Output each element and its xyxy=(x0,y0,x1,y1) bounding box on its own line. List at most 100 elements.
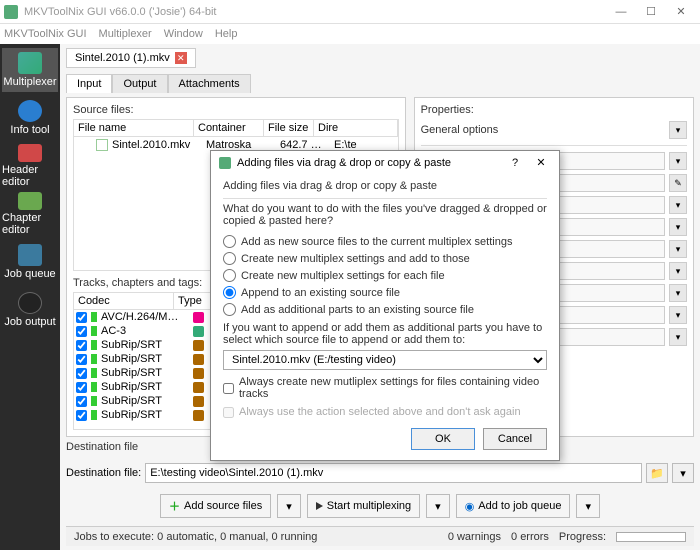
start-dropdown[interactable]: ▾ xyxy=(426,494,450,518)
track-type-icon xyxy=(193,396,204,407)
track-checkbox[interactable] xyxy=(76,340,87,351)
radio-label: Append to an existing source file xyxy=(241,287,400,299)
job-queue-icon xyxy=(18,244,42,266)
source-file-name: Sintel.2010.mkv xyxy=(112,139,202,151)
track-checkbox[interactable] xyxy=(76,368,87,379)
radio-option[interactable]: Add as new source files to the current m… xyxy=(223,235,547,248)
browse-button[interactable]: 📁 xyxy=(646,463,668,483)
minimize-button[interactable]: — xyxy=(606,2,636,22)
track-type-icon xyxy=(193,326,204,337)
track-status-icon xyxy=(91,410,97,420)
dialog-close-button[interactable]: ✕ xyxy=(531,156,551,169)
radio-option[interactable]: Create new multiplex settings for each f… xyxy=(223,269,547,282)
tab-output[interactable]: Output xyxy=(112,74,167,93)
radio-option[interactable]: Append to an existing source file xyxy=(223,286,547,299)
track-type-icon xyxy=(193,382,204,393)
sidebar-item-label: Chapter editor xyxy=(2,212,58,236)
sidebar-item-label: Multiplexer xyxy=(3,76,56,88)
track-codec: SubRip/SRT xyxy=(101,339,189,351)
track-checkbox[interactable] xyxy=(76,382,87,393)
col-codec[interactable]: Codec xyxy=(74,293,174,309)
ok-button[interactable]: OK xyxy=(411,428,475,450)
chevron-down-icon[interactable]: ▾ xyxy=(669,306,687,324)
track-checkbox[interactable] xyxy=(76,326,87,337)
add-source-dropdown[interactable]: ▾ xyxy=(277,494,301,518)
radio-option[interactable]: Create new multiplex settings and add to… xyxy=(223,252,547,265)
plus-icon: ＋ xyxy=(169,498,180,514)
file-tab[interactable]: Sintel.2010 (1).mkv ✕ xyxy=(66,48,196,68)
job-output-icon xyxy=(18,292,42,314)
track-type-icon xyxy=(193,354,204,365)
col-directory[interactable]: Dire xyxy=(314,120,398,136)
maximize-button[interactable]: ☐ xyxy=(636,2,666,22)
radio-input[interactable] xyxy=(223,235,236,248)
source-file-combo[interactable]: Sintel.2010.mkv (E:/testing video) xyxy=(223,350,547,370)
track-checkbox[interactable] xyxy=(76,410,87,421)
track-type-icon xyxy=(193,368,204,379)
track-type-icon xyxy=(193,340,204,351)
sidebar-item-info-tool[interactable]: Info tool xyxy=(2,96,58,140)
col-container[interactable]: Container xyxy=(194,120,264,136)
chevron-down-icon[interactable]: ▾ xyxy=(669,152,687,170)
radio-input[interactable] xyxy=(223,286,236,299)
menu-help[interactable]: Help xyxy=(215,28,238,40)
sidebar-item-header-editor[interactable]: Header editor xyxy=(2,144,58,188)
col-filesize[interactable]: File size xyxy=(264,120,314,136)
close-tab-icon[interactable]: ✕ xyxy=(175,52,187,64)
always-create-new-checkbox[interactable] xyxy=(223,383,234,394)
queue-icon: ◉ xyxy=(465,500,475,513)
sidebar-item-job-queue[interactable]: Job queue xyxy=(2,240,58,284)
radio-label: Create new multiplex settings for each f… xyxy=(241,270,445,282)
sidebar-item-label: Job queue xyxy=(4,268,55,280)
status-warnings[interactable]: 0 warnings xyxy=(448,531,501,543)
chevron-down-icon[interactable]: ▾ xyxy=(669,196,687,214)
queue-dropdown[interactable]: ▾ xyxy=(576,494,600,518)
track-checkbox[interactable] xyxy=(76,396,87,407)
close-button[interactable]: ✕ xyxy=(666,2,696,22)
col-filename[interactable]: File name xyxy=(74,120,194,136)
destination-input[interactable] xyxy=(145,463,642,483)
track-checkbox[interactable] xyxy=(76,312,87,323)
cancel-button[interactable]: Cancel xyxy=(483,428,547,450)
dialog-question: What do you want to do with the files yo… xyxy=(223,203,547,227)
chevron-down-icon[interactable]: ▾ xyxy=(669,284,687,302)
chevron-down-icon[interactable]: ▾ xyxy=(669,240,687,258)
radio-label: Create new multiplex settings and add to… xyxy=(241,253,470,265)
add-source-files-button[interactable]: ＋Add source files xyxy=(160,494,271,518)
radio-input[interactable] xyxy=(223,252,236,265)
sidebar-item-multiplexer[interactable]: Multiplexer xyxy=(2,48,58,92)
track-codec: SubRip/SRT xyxy=(101,395,189,407)
menu-mkvtoolnix-gui[interactable]: MKVToolNix GUI xyxy=(4,28,87,40)
add-to-job-queue-button[interactable]: ◉Add to job queue xyxy=(456,494,571,518)
chevron-down-icon[interactable]: ▾ xyxy=(669,218,687,236)
start-multiplexing-button[interactable]: Start multiplexing xyxy=(307,494,420,518)
menu-multiplexer[interactable]: Multiplexer xyxy=(99,28,152,40)
recent-button[interactable]: ▾ xyxy=(672,463,694,483)
tab-input[interactable]: Input xyxy=(66,74,112,93)
edit-icon[interactable]: ✎ xyxy=(669,174,687,192)
chevron-down-icon[interactable]: ▾ xyxy=(669,262,687,280)
sidebar-item-chapter-editor[interactable]: Chapter editor xyxy=(2,192,58,236)
track-codec: AVC/H.264/M… xyxy=(101,311,189,323)
radio-input[interactable] xyxy=(223,303,236,316)
dialog-icon xyxy=(219,157,231,169)
radio-option[interactable]: Add as additional parts to an existing s… xyxy=(223,303,547,316)
menubar: MKVToolNix GUI Multiplexer Window Help xyxy=(0,24,700,44)
chevron-down-icon[interactable]: ▾ xyxy=(669,121,687,139)
help-button[interactable]: ? xyxy=(505,157,525,169)
progress-bar xyxy=(616,532,686,542)
tab-attachments[interactable]: Attachments xyxy=(168,74,251,93)
radio-label: Add as additional parts to an existing s… xyxy=(241,304,474,316)
sidebar-item-job-output[interactable]: Job output xyxy=(2,288,58,332)
status-errors[interactable]: 0 errors xyxy=(511,531,549,543)
track-checkbox[interactable] xyxy=(76,354,87,365)
track-status-icon xyxy=(91,382,97,392)
track-codec: SubRip/SRT xyxy=(101,381,189,393)
chevron-down-icon[interactable]: ▾ xyxy=(669,328,687,346)
menu-window[interactable]: Window xyxy=(164,28,203,40)
track-status-icon xyxy=(91,368,97,378)
radio-input[interactable] xyxy=(223,269,236,282)
checkbox2-label: Always use the action selected above and… xyxy=(239,406,521,418)
dialog-heading: Adding files via drag & drop or copy & p… xyxy=(223,180,547,192)
file-icon xyxy=(96,139,108,151)
